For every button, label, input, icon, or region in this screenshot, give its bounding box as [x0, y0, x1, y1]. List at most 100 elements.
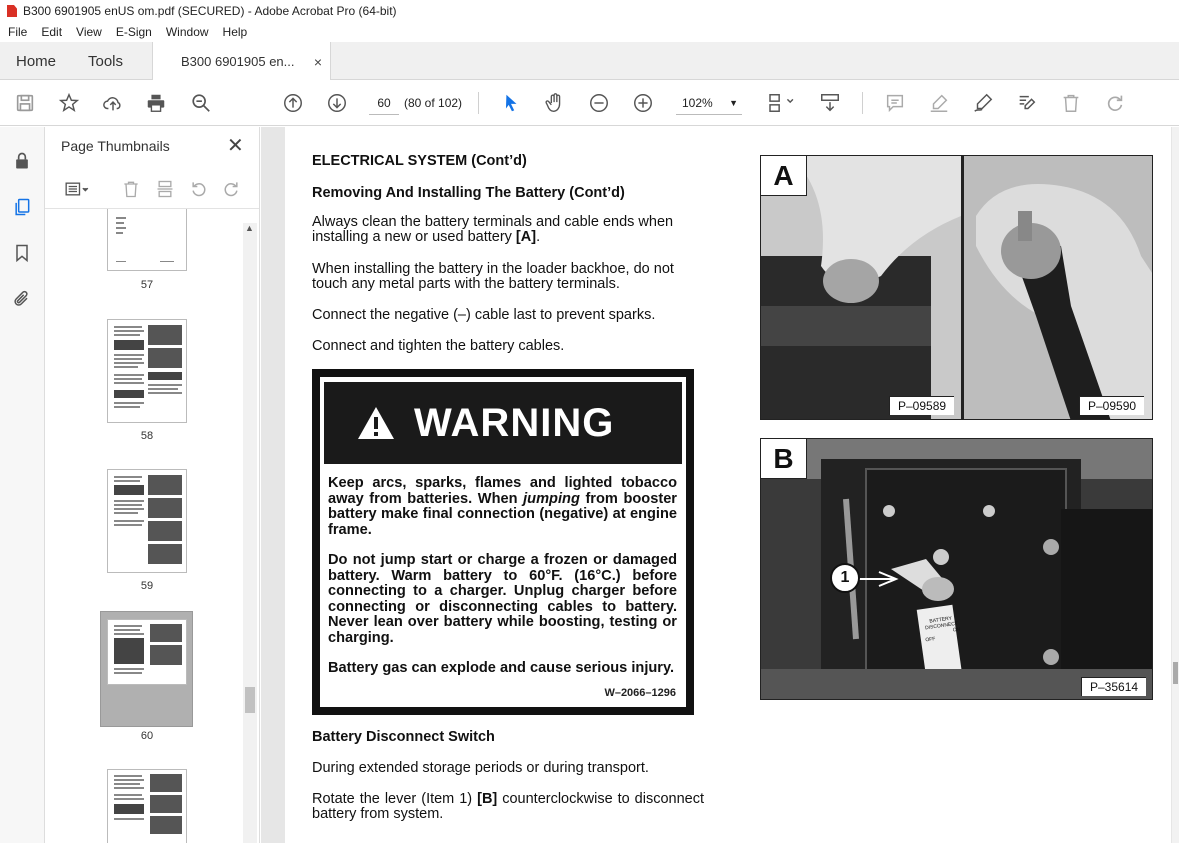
- tab-close-icon[interactable]: ×: [314, 54, 322, 70]
- tab-tools[interactable]: Tools: [88, 42, 123, 80]
- figure-b-letter: B: [761, 439, 807, 479]
- figure-b: B 1 BATTERY DISCONNECT ON OFF P–35614: [760, 438, 1153, 700]
- pdf-app-icon: [7, 5, 17, 17]
- thumbnail-scrollbar[interactable]: ▲: [243, 223, 257, 843]
- figure-a-code-left: P–09589: [889, 396, 955, 415]
- bookmark-star-icon[interactable]: [56, 90, 82, 116]
- page-number-input[interactable]: 60: [369, 91, 399, 115]
- section-heading: ELECTRICAL SYSTEM (Cont’d): [312, 153, 527, 169]
- zoom-level-value: 102%: [682, 96, 713, 110]
- thumbnail-options-icon[interactable]: [59, 177, 95, 201]
- warning-paragraph-3: Battery gas can explode and cause seriou…: [328, 660, 675, 676]
- menu-file[interactable]: File: [8, 25, 27, 39]
- delete-page-icon[interactable]: [119, 177, 143, 201]
- paragraph-tighten-cables: Connect and tighten the battery cables.: [312, 338, 565, 354]
- bookmark-icon[interactable]: [10, 241, 34, 265]
- warning-header: WARNING: [324, 382, 682, 464]
- menu-edit[interactable]: Edit: [41, 25, 62, 39]
- hand-tool-icon[interactable]: [542, 90, 568, 116]
- select-cursor-icon[interactable]: [498, 90, 524, 116]
- battery-disconnect-decal: BATTERY DISCONNECT ON OFF: [924, 615, 961, 644]
- toolbar-divider: [478, 92, 479, 114]
- warning-box: WARNING Keep arcs, sparks, flames and li…: [312, 369, 694, 715]
- panel-title: Page Thumbnails: [61, 138, 170, 154]
- warning-paragraph-1: Keep arcs, sparks, flames and lighted to…: [328, 475, 677, 538]
- menu-view[interactable]: View: [76, 25, 102, 39]
- rotate-right-icon[interactable]: [219, 177, 243, 201]
- warning-title: WARNING: [414, 400, 615, 445]
- paragraph-storage: During extended storage periods or durin…: [312, 760, 649, 776]
- delete-trash-icon[interactable]: [1058, 90, 1084, 116]
- document-scrollbar[interactable]: [1172, 127, 1179, 843]
- paragraph-rotate-lever: Rotate the lever (Item 1) [B] counterclo…: [312, 791, 704, 822]
- figure-a-code-right: P–09590: [1079, 396, 1145, 415]
- zoom-out-icon[interactable]: [586, 90, 612, 116]
- sign-pen-icon[interactable]: [970, 90, 996, 116]
- figure-b-code: P–35614: [1081, 677, 1147, 696]
- warning-body: Keep arcs, sparks, flames and lighted to…: [328, 475, 677, 692]
- paragraph-install-battery: When installing the battery in the loade…: [312, 261, 674, 292]
- pdf-page: ELECTRICAL SYSTEM (Cont’d) Removing And …: [285, 127, 1171, 843]
- attachment-paperclip-icon[interactable]: [10, 287, 34, 311]
- toolbar: 60 (80 of 102) 102% ▼: [0, 80, 1179, 126]
- print-icon[interactable]: [143, 90, 169, 116]
- redo-icon[interactable]: [1102, 90, 1128, 116]
- tab-document[interactable]: B300 6901905 en... ×: [152, 42, 331, 81]
- tab-bar: Home Tools B300 6901905 en... ×: [0, 42, 1179, 81]
- zoom-level-select[interactable]: 102% ▼: [676, 91, 742, 115]
- page-thumbnail-58[interactable]: [107, 319, 187, 423]
- tab-document-label: B300 6901905 en...: [181, 54, 295, 69]
- title-bar: B300 6901905 enUS om.pdf (SECURED) - Ado…: [0, 0, 1179, 22]
- zoom-search-icon[interactable]: [188, 90, 214, 116]
- thumbnail-label: 60: [140, 730, 154, 742]
- warning-code: W–2066–1296: [604, 687, 676, 699]
- tab-home[interactable]: Home: [16, 42, 56, 80]
- warning-paragraph-2: Do not jump start or charge a frozen or …: [328, 552, 677, 646]
- page-thumbnail-59[interactable]: [107, 469, 187, 573]
- figure-a: A P–09589 P–09590: [760, 155, 1153, 420]
- extract-pages-icon[interactable]: [153, 177, 177, 201]
- subsection-heading: Removing And Installing The Battery (Con…: [312, 185, 625, 201]
- scrollbar-thumb[interactable]: [245, 687, 255, 713]
- menu-help[interactable]: Help: [223, 25, 248, 39]
- previous-page-icon[interactable]: [280, 90, 306, 116]
- figure-a-letter: A: [761, 156, 807, 196]
- close-icon[interactable]: ✕: [227, 133, 244, 158]
- paragraph-negative-cable: Connect the negative (–) cable last to p…: [312, 307, 656, 323]
- page-thumbnail-61[interactable]: [107, 769, 187, 843]
- zoom-in-icon[interactable]: [630, 90, 656, 116]
- paragraph-clean-terminals: Always clean the battery terminals and c…: [312, 214, 674, 245]
- save-icon[interactable]: [12, 90, 38, 116]
- thumbnail-label: 57: [140, 279, 154, 291]
- scroll-mode-icon[interactable]: [817, 90, 843, 116]
- page-fit-icon[interactable]: [762, 90, 800, 116]
- menu-bar: File Edit View E-Sign Window Help: [0, 22, 1179, 42]
- page-thumbnails-icon[interactable]: [10, 195, 34, 219]
- rotate-left-icon[interactable]: [187, 177, 211, 201]
- window-title: B300 6901905 enUS om.pdf (SECURED) - Ado…: [23, 4, 397, 18]
- comment-icon[interactable]: [882, 90, 908, 116]
- page-thumbnail-60[interactable]: [107, 619, 187, 685]
- page-thumbnails-panel: Page Thumbnails ✕ 57 58 59 60 ▲: [45, 127, 260, 843]
- panel-toolbar: [45, 169, 259, 209]
- page-thumbnail-57[interactable]: [107, 209, 187, 271]
- thumbnail-label: 58: [140, 430, 154, 442]
- scroll-up-icon[interactable]: ▲: [245, 223, 254, 233]
- document-viewport: ELECTRICAL SYSTEM (Cont’d) Removing And …: [261, 127, 1179, 843]
- document-scrollbar-thumb[interactable]: [1173, 662, 1178, 684]
- figure-a-photo: [761, 156, 1152, 419]
- page-count: (80 of 102): [404, 96, 463, 110]
- thumbnail-label: 59: [140, 580, 154, 592]
- highlight-pen-icon[interactable]: [926, 90, 952, 116]
- next-page-icon[interactable]: [324, 90, 350, 116]
- toolbar-divider: [862, 92, 863, 114]
- item-1-callout: 1: [830, 563, 860, 593]
- menu-window[interactable]: Window: [166, 25, 209, 39]
- lock-icon[interactable]: [10, 149, 34, 173]
- menu-esign[interactable]: E-Sign: [116, 25, 152, 39]
- battery-disconnect-heading: Battery Disconnect Switch: [312, 729, 495, 745]
- upload-cloud-icon[interactable]: [100, 90, 126, 116]
- edit-text-icon[interactable]: [1014, 90, 1040, 116]
- chevron-down-icon: ▼: [729, 98, 738, 108]
- figure-b-photo: [761, 439, 1152, 699]
